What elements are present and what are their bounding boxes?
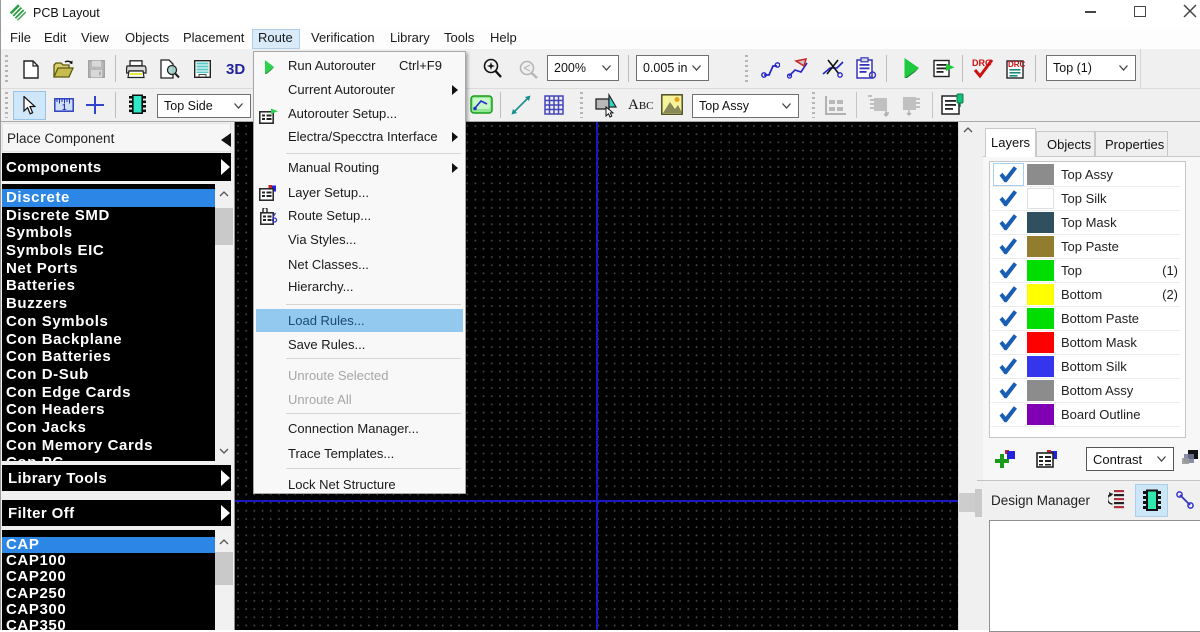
svg-text:DRC: DRC bbox=[1008, 60, 1026, 69]
svg-text:1: 1 bbox=[62, 103, 67, 112]
